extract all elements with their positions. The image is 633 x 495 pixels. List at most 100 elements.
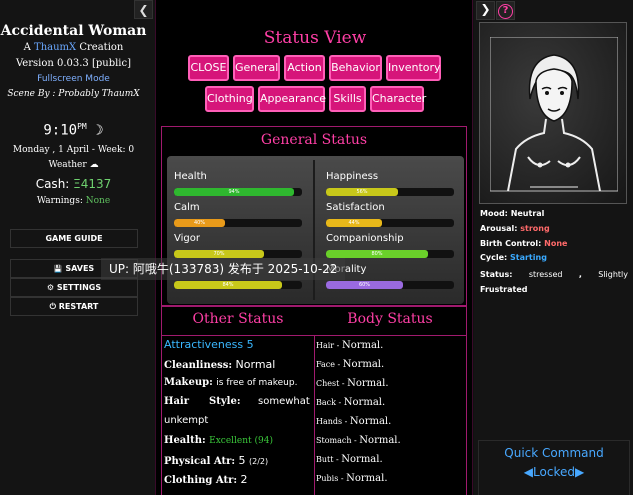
arousal-value: strong bbox=[520, 224, 550, 233]
tab-character[interactable]: Character bbox=[370, 86, 426, 112]
cash-label: Cash: bbox=[35, 177, 70, 191]
body-separator: - bbox=[339, 379, 348, 388]
body-status-row: Pubis - Normal. bbox=[316, 473, 388, 484]
body-status-row: Hair - Normal. bbox=[316, 340, 383, 351]
physical-attractiveness: Physical Atr: 5 (2/2) bbox=[164, 454, 268, 467]
health-value: Excellent (94) bbox=[209, 436, 273, 446]
status-view-title: Status View bbox=[263, 28, 367, 48]
status-value-3: Slightly bbox=[598, 270, 628, 279]
body-value: Normal. bbox=[347, 378, 389, 389]
stat-label: Satisfaction bbox=[326, 202, 385, 213]
warnings: Warnings: None bbox=[0, 196, 147, 206]
body-part: Pubis bbox=[316, 474, 339, 483]
gear-icon: ⚙ bbox=[46, 283, 55, 292]
settings-button[interactable]: ⚙ SETTINGS bbox=[10, 278, 138, 297]
makeup-value: is free of makeup. bbox=[216, 378, 298, 388]
body-part: Stomach bbox=[316, 436, 352, 445]
body-part: Hands bbox=[316, 417, 343, 426]
health-status: Health: Excellent (94) bbox=[164, 435, 273, 446]
fullscreen-toggle[interactable]: Fullscreen Mode bbox=[0, 74, 147, 84]
tab-general[interactable]: General bbox=[233, 55, 280, 81]
cleanliness-label: Cleanliness: bbox=[164, 360, 233, 371]
status-value-2: , bbox=[578, 270, 582, 279]
settings-label: SETTINGS bbox=[56, 283, 102, 292]
clothing-label: Clothing Atr: bbox=[164, 475, 238, 486]
cycle-value: Starting bbox=[510, 253, 547, 262]
stat-label: Health bbox=[174, 171, 207, 182]
tab-skills[interactable]: Skills bbox=[329, 86, 366, 112]
creation-rest: Creation bbox=[79, 42, 124, 53]
tab-appearance[interactable]: Appearance bbox=[258, 86, 326, 112]
body-status-row: Face - Normal. bbox=[316, 359, 384, 370]
stat-bar: 70% bbox=[174, 250, 302, 258]
tab-inventory[interactable]: Inventory bbox=[386, 55, 441, 81]
tab-behavior[interactable]: Behavior bbox=[329, 55, 382, 81]
tab-clothing[interactable]: Clothing bbox=[205, 86, 254, 112]
other-status-title: Other Status bbox=[192, 311, 284, 327]
body-status-row: Hands - Normal. bbox=[316, 416, 391, 427]
hair-value-1: somewhat bbox=[258, 396, 310, 407]
birth-control-value: None bbox=[544, 239, 568, 248]
attractiveness: Attractiveness 5 bbox=[164, 338, 254, 351]
status-label: Status: bbox=[480, 270, 513, 279]
stat-percent: 44% bbox=[348, 220, 360, 226]
body-part: Face bbox=[316, 360, 335, 369]
upload-banner: UP: 阿哦牛(133783) 发布于 2025-10-22 bbox=[101, 258, 346, 280]
stat-bar: 84% bbox=[174, 281, 302, 289]
help-circle: ? bbox=[498, 4, 513, 19]
birth-control-label: Birth Control: bbox=[480, 239, 542, 248]
saves-label: SAVES bbox=[65, 264, 95, 273]
body-part: Back bbox=[316, 398, 336, 407]
body-value: Normal. bbox=[346, 473, 388, 484]
body-status-title: Body Status bbox=[347, 311, 433, 327]
stat-percent: 80% bbox=[371, 251, 383, 257]
chevron-right-icon[interactable]: ❯ bbox=[476, 1, 495, 20]
stat-bar: 44% bbox=[326, 219, 454, 227]
stat-percent: 84% bbox=[222, 282, 234, 288]
stat-bar: 60% bbox=[326, 281, 454, 289]
stat-bar: 80% bbox=[326, 250, 454, 258]
power-icon: ⏻ bbox=[49, 302, 56, 311]
weather-label: Weather bbox=[48, 160, 87, 170]
creation-a: A bbox=[23, 42, 31, 53]
hair-style: Hair Style: somewhat bbox=[164, 396, 312, 407]
tab-action[interactable]: Action bbox=[284, 55, 325, 81]
cleanliness-value: Normal bbox=[235, 358, 276, 371]
body-separator: - bbox=[335, 360, 343, 369]
warnings-label: Warnings: bbox=[36, 196, 83, 206]
cleanliness: Cleanliness: Normal bbox=[164, 358, 275, 371]
cycle-label: Cycle: bbox=[480, 253, 508, 262]
arousal: Arousal: strong bbox=[480, 224, 550, 233]
game-guide-button[interactable]: GAME GUIDE bbox=[10, 229, 138, 248]
body-value: Normal. bbox=[359, 435, 401, 446]
body-status-row: Butt - Normal. bbox=[316, 454, 383, 465]
help-icon[interactable]: ? bbox=[496, 1, 515, 20]
clock-suffix: PM bbox=[77, 122, 87, 131]
physical-value: 5 bbox=[238, 454, 246, 467]
stat-label: Vigor bbox=[174, 233, 200, 244]
cloud-icon: ☁ bbox=[89, 160, 99, 170]
body-part: Chest bbox=[316, 379, 340, 388]
mood-value: Neutral bbox=[510, 209, 545, 218]
stat-percent: 60% bbox=[358, 282, 371, 288]
chevron-left-icon[interactable]: ❮ bbox=[134, 0, 153, 19]
stat-label: Calm bbox=[174, 202, 200, 213]
tab-close[interactable]: CLOSE bbox=[188, 55, 229, 81]
physical-sub: (2/2) bbox=[249, 457, 269, 466]
left-sidebar: ❮ Accidental Woman A ThaumX Creation Ver… bbox=[0, 0, 155, 495]
hair-value-2: unkempt bbox=[164, 415, 209, 426]
hair-style-label: Style: bbox=[209, 396, 241, 407]
portrait-drawing bbox=[490, 37, 618, 192]
hair-label: Hair bbox=[164, 396, 189, 407]
cash-amount: Ξ4137 bbox=[73, 177, 112, 191]
body-part: Hair bbox=[316, 341, 335, 350]
warnings-value: None bbox=[85, 196, 111, 206]
body-status-row: Stomach - Normal. bbox=[316, 435, 401, 446]
restart-button[interactable]: ⏻ RESTART bbox=[10, 297, 138, 316]
stat-percent: 94% bbox=[228, 189, 240, 195]
mood: Mood: Neutral bbox=[480, 209, 544, 218]
character-portrait bbox=[479, 22, 627, 204]
stat-percent: 40% bbox=[193, 220, 206, 226]
cash: Cash: Ξ4137 bbox=[0, 177, 147, 191]
quick-command-locked[interactable]: ◀Locked▶ bbox=[478, 465, 630, 479]
